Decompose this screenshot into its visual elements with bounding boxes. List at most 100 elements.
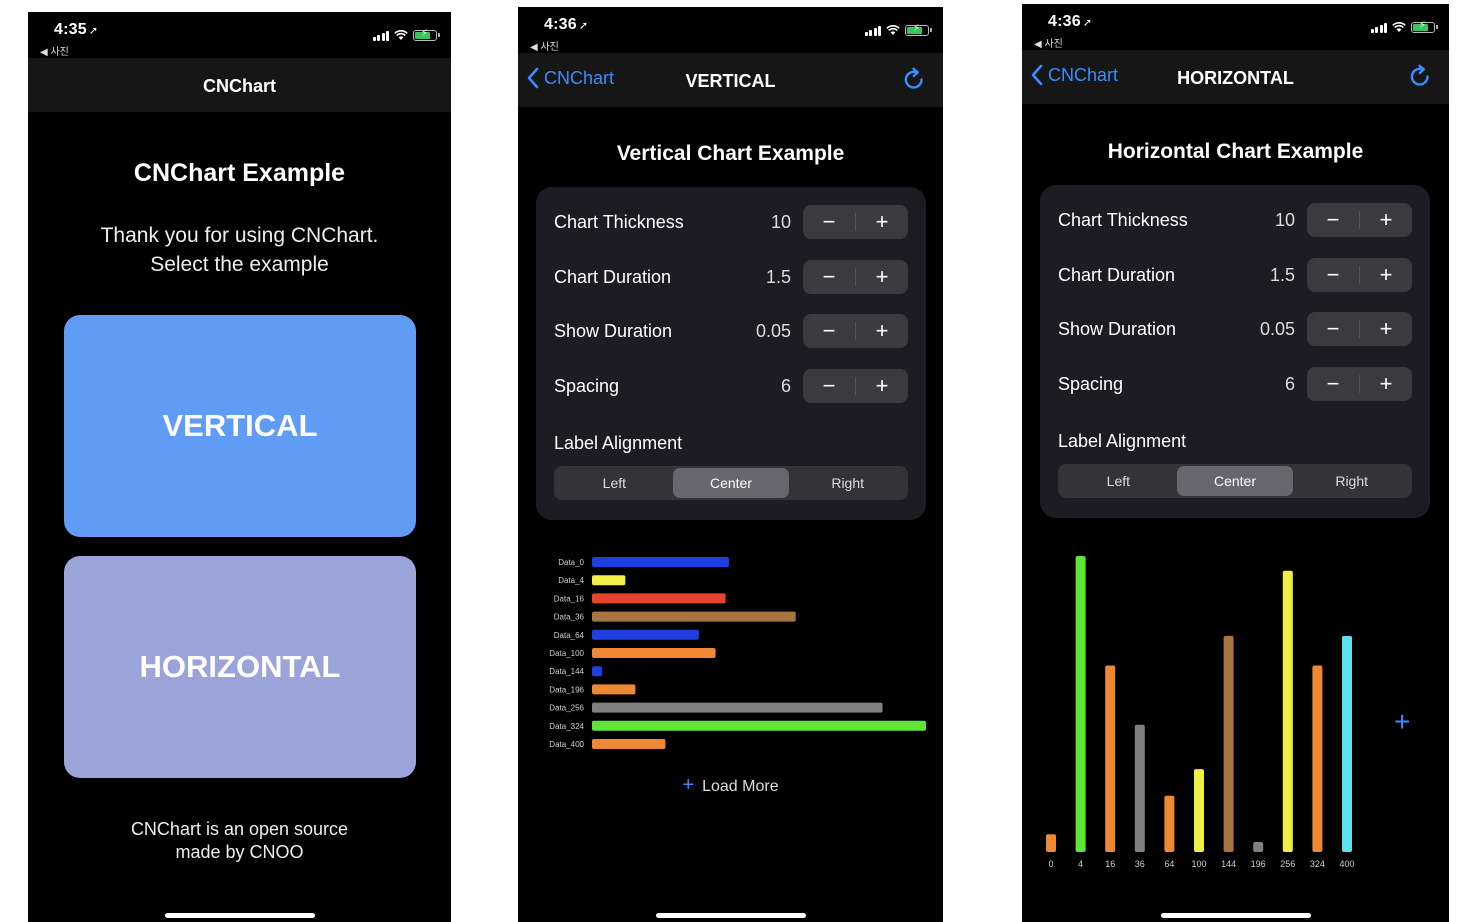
intro-line-1: Thank you for using CNChart. [100, 224, 379, 247]
status-time: 4:36 ➚ [1048, 13, 1093, 30]
decrement-button[interactable]: − [1307, 312, 1359, 346]
label-alignment-title: Label Alignment [554, 433, 683, 453]
thickness-stepper: − + [1307, 203, 1412, 237]
setting-label: Chart Thickness [554, 211, 684, 232]
horizontal-button[interactable]: HORIZONTAL [64, 556, 416, 778]
thickness-stepper: − + [803, 205, 908, 239]
nav-title: VERTICAL [685, 71, 776, 91]
increment-button[interactable]: + [856, 369, 908, 403]
segment-right[interactable]: Right [1293, 466, 1410, 496]
spacing-stepper: − + [1307, 367, 1412, 401]
increment-button[interactable]: + [856, 260, 908, 294]
bar-label: Data_16 [554, 594, 585, 603]
bar [1194, 769, 1204, 852]
segment-center[interactable]: Center [1176, 466, 1294, 496]
page-title: Horizontal Chart Example [1107, 140, 1364, 163]
back-to-app-link[interactable]: ◀ 사진 [530, 38, 559, 53]
status-bar: 4:36 ➚ ◀ 사진 ⚡ [1022, 4, 1449, 50]
bar-label: Data_400 [549, 740, 584, 749]
increment-button[interactable]: + [1360, 258, 1412, 292]
bar [1223, 635, 1234, 852]
segment-right[interactable]: Right [789, 468, 906, 498]
chart-duration-stepper: − + [1307, 258, 1412, 292]
segment-left[interactable]: Left [556, 468, 673, 498]
setting-row-spacing: Spacing 6 − + [1058, 367, 1412, 401]
add-icon[interactable]: + [1394, 706, 1410, 738]
home-screen: 4:35 ➚ ◀ 사진 ⚡ CNChart CNChart Example Tha… [28, 12, 451, 922]
status-bar: 4:35 ➚ ◀ 사진 ⚡ [28, 12, 451, 58]
bar [592, 611, 796, 622]
plus-icon: + [682, 774, 695, 796]
bar [1046, 834, 1056, 852]
bar [592, 702, 883, 713]
bar-label: Data_36 [554, 613, 585, 622]
bar-label: Data_64 [554, 631, 585, 640]
bar [1342, 635, 1352, 852]
bar [592, 557, 729, 567]
increment-button[interactable]: + [1360, 312, 1412, 346]
nav-bar: CNChart [28, 58, 451, 112]
spacing-stepper: − + [803, 369, 908, 403]
setting-value: 0.05 [1259, 318, 1295, 339]
increment-button[interactable]: + [1360, 367, 1412, 401]
refresh-icon[interactable] [1407, 64, 1433, 90]
increment-button[interactable]: + [1360, 203, 1412, 237]
bar-label: Data_100 [549, 649, 584, 658]
home-indicator[interactable] [1160, 913, 1311, 918]
home-indicator[interactable] [164, 913, 315, 918]
battery-icon: ⚡ [1411, 20, 1438, 33]
setting-row-thickness: Chart Thickness 10 − + [1058, 203, 1412, 237]
bar [592, 575, 626, 586]
setting-value: 6 [1284, 373, 1295, 394]
increment-button[interactable]: + [856, 205, 908, 239]
back-to-app-link[interactable]: ◀ 사진 [1034, 35, 1063, 50]
signal-icon [864, 25, 881, 36]
load-more-label: Load More [702, 778, 779, 795]
setting-value: 10 [1274, 209, 1295, 230]
location-icon: ➚ [578, 20, 589, 32]
home-indicator[interactable] [655, 913, 806, 918]
refresh-icon[interactable] [901, 67, 927, 93]
decrement-button[interactable]: − [1307, 258, 1359, 292]
settings-panel: Chart Thickness 10 − + Chart Duration 1.5… [536, 187, 926, 520]
decrement-button[interactable]: − [803, 314, 855, 348]
wifi-icon [886, 25, 900, 35]
decrement-button[interactable]: − [1307, 367, 1359, 401]
bar [1105, 665, 1116, 852]
signal-icon [1370, 22, 1387, 33]
load-more-button[interactable]: + Load More [518, 774, 943, 797]
bar-label: Data_4 [558, 576, 584, 585]
bar-label: Data_0 [558, 558, 584, 567]
nav-bar: CNChart HORIZONTAL [1022, 50, 1449, 104]
bar [592, 666, 602, 677]
decrement-button[interactable]: − [803, 369, 855, 403]
back-to-app-link[interactable]: ◀ 사진 [40, 43, 69, 58]
horizontal-bar-chart: Data_0 Data_4 Data_16 Data_36 Data_64 Data_10… [549, 557, 926, 749]
vertical-button[interactable]: VERTICAL [64, 315, 416, 537]
footer-line-2: made by CNOO [175, 842, 304, 862]
bar [1075, 556, 1086, 852]
decrement-button[interactable]: − [803, 205, 855, 239]
setting-label: Show Duration [1058, 318, 1177, 339]
bar-label: Data_324 [549, 722, 584, 731]
bar [592, 593, 726, 604]
setting-row-show-duration: Show Duration 0.05 − + [554, 314, 908, 348]
setting-label: Chart Duration [554, 266, 672, 287]
bar [1312, 665, 1323, 852]
status-icons: ⚡ [372, 28, 440, 41]
location-icon: ➚ [1082, 17, 1093, 29]
bar [1253, 842, 1264, 852]
setting-value: 1.5 [765, 266, 791, 287]
chart-duration-stepper: − + [803, 260, 908, 294]
intro-text: Thank you for using CNChart. Select the … [28, 221, 451, 279]
segment-center[interactable]: Center [672, 468, 790, 498]
decrement-button[interactable]: − [803, 260, 855, 294]
increment-button[interactable]: + [856, 314, 908, 348]
settings-panel: Chart Thickness 10 − + Chart Duration 1.5… [1040, 185, 1430, 518]
decrement-button[interactable]: − [1307, 203, 1359, 237]
bar-label: 100 [1191, 859, 1206, 869]
segment-left[interactable]: Left [1060, 466, 1177, 496]
setting-value: 0.05 [755, 320, 791, 341]
bar [1164, 795, 1175, 852]
bar [592, 629, 699, 640]
